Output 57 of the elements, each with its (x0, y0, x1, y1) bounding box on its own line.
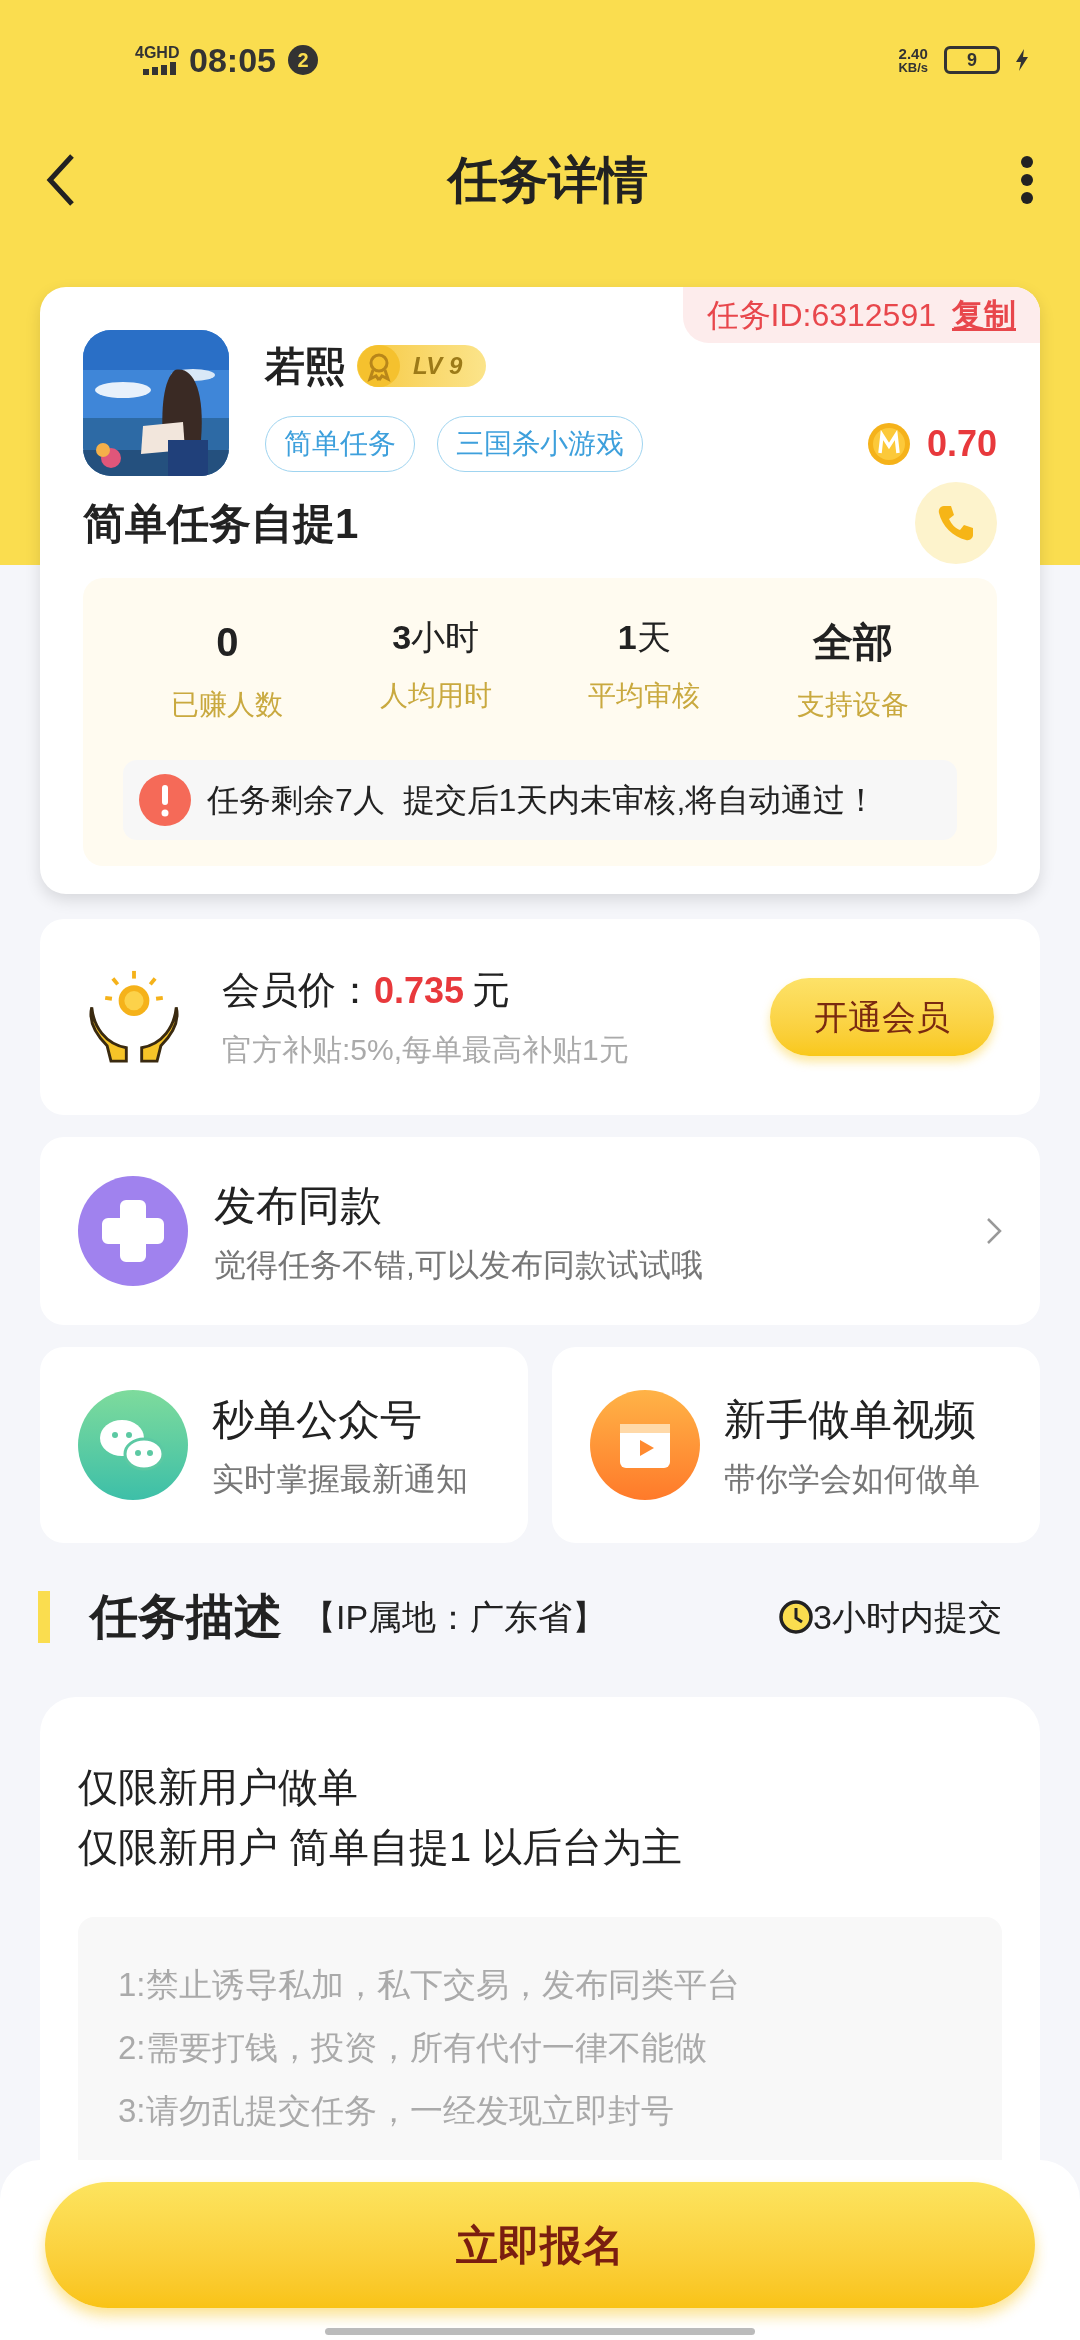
shortcut-subtitle: 实时掌握最新通知 (212, 1459, 468, 1499)
subsidy-text: 官方补贴:5%,每单最高补贴1元 (222, 1032, 630, 1068)
warning-icon (139, 774, 191, 826)
user-name: 若熙 (265, 343, 345, 390)
back-icon[interactable] (46, 153, 76, 207)
rule-line: 2:需要打钱，投资，所有代付一律不能做 (118, 2028, 708, 2068)
reward-amount: 0.70 (926, 422, 997, 466)
notice-text: 任务剩余7人 提交后1天内未审核,将自动通过！ (207, 781, 878, 820)
ip-location: 【IP属地：广东省】 (302, 1596, 607, 1638)
publish-subtitle: 觉得任务不错,可以发布同款试试哦 (214, 1245, 704, 1285)
publish-card[interactable]: 发布同款 觉得任务不错,可以发布同款试试哦 (40, 1137, 1040, 1325)
stat-value: 全部 (812, 619, 893, 666)
task-title: 简单任务自提1 (83, 498, 359, 549)
chat-bubbles-icon (78, 1390, 188, 1500)
page-title: 任务详情 (448, 150, 648, 210)
stat-value: 1天 (617, 617, 671, 658)
description-line: 仅限新用户 简单自提1 以后台为主 (78, 1824, 684, 1871)
plus-icon (78, 1176, 188, 1286)
level-badge: LV 9 (357, 345, 487, 387)
shortcut-card[interactable]: 新手做单视频 带你学会如何做单 (552, 1347, 1040, 1543)
medal-icon (357, 344, 401, 388)
coin-icon (866, 422, 911, 466)
phone-icon (936, 503, 976, 543)
section-title: 任务描述 (90, 1589, 282, 1645)
rule-line: 1:禁止诱导私加，私下交易，发布同类平台 (118, 1965, 741, 2005)
price-unit: 元 (472, 968, 511, 1013)
network-type: 4GHD (135, 45, 180, 61)
stat-label: 已赚人数 (171, 688, 284, 722)
stat-label: 平均审核 (588, 679, 701, 713)
stat-label: 支持设备 (796, 688, 909, 722)
task-id: 任务ID:6312591 (706, 296, 936, 335)
deadline: 3小时内提交 (813, 1596, 1002, 1638)
network-speed: 2.40 (898, 46, 928, 61)
video-clapper-icon (590, 1390, 700, 1500)
coin-hands-icon (86, 969, 182, 1065)
shortcut-title: 秒单公众号 (212, 1394, 423, 1445)
clock-icon (779, 1600, 814, 1634)
rule-line: 3:请勿乱提交任务，一经发现立即封号 (118, 2091, 675, 2131)
shortcut-subtitle: 带你学会如何做单 (724, 1459, 980, 1499)
speed-unit: KB/s (898, 61, 928, 74)
member-price-label: 会员价： (222, 968, 374, 1013)
shortcut-card[interactable]: 秒单公众号 实时掌握最新通知 (40, 1347, 528, 1543)
stat-value: 0 (216, 619, 239, 666)
join-member-button[interactable]: 开通会员 (770, 978, 994, 1056)
section-accent-bar (38, 1591, 50, 1643)
shortcut-title: 新手做单视频 (724, 1394, 977, 1445)
signup-button[interactable]: 立即报名 (45, 2182, 1035, 2308)
charging-icon (1016, 49, 1028, 71)
battery-indicator: 9 (944, 46, 1000, 74)
description-line: 仅限新用户做单 (78, 1764, 359, 1811)
stat-value: 3小时 (392, 617, 480, 658)
more-icon[interactable] (1020, 155, 1034, 205)
chevron-right-icon (986, 1217, 1002, 1245)
stat-label: 人均用时 (379, 679, 492, 713)
member-price: 0.735 (374, 969, 465, 1013)
publish-title: 发布同款 (214, 1180, 383, 1231)
clock: 08:05 (189, 39, 276, 81)
